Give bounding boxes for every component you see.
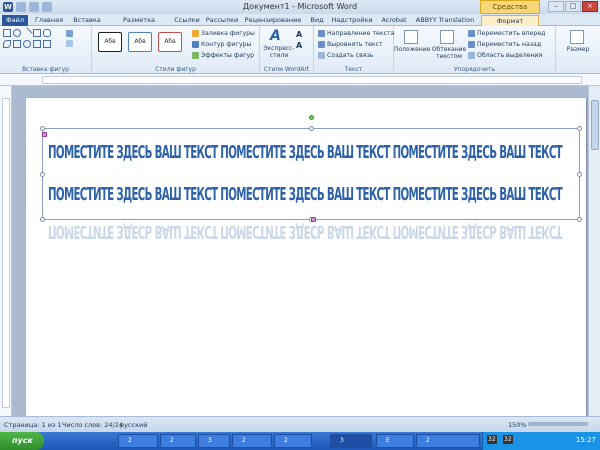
taskbar-button-7[interactable]: E (376, 434, 414, 448)
system-tray: 32 32 15:27 (482, 432, 600, 450)
start-button[interactable]: пуск (0, 432, 44, 450)
taskbar-button-4[interactable]: 2 (232, 434, 272, 448)
status-word-count[interactable]: Число слов: 24/24 (62, 421, 123, 429)
taskbar-button-1[interactable]: 2 (118, 434, 158, 448)
wordart-text-layer: ПОМЕСТИТЕ ЗДЕСЬ ВАШ ТЕКСТ ПОМЕСТИТЕ ЗДЕС… (48, 142, 564, 242)
zoom-slider[interactable] (528, 422, 588, 426)
status-page[interactable]: Страница: 1 из 1 (4, 421, 62, 429)
taskbar-button-word[interactable]: 3 (330, 434, 372, 448)
status-bar: Страница: 1 из 1 Число слов: 24/24 русск… (0, 416, 600, 432)
taskbar-button-5[interactable]: 2 (274, 434, 312, 448)
tray-item-1[interactable]: 32 (487, 435, 497, 444)
clock: 15:27 (575, 436, 596, 444)
wordart-line-2[interactable]: ПОМЕСТИТЕ ЗДЕСЬ ВАШ ТЕКСТ ПОМЕСТИТЕ ЗДЕС… (48, 184, 564, 205)
wordart-line-1[interactable]: ПОМЕСТИТЕ ЗДЕСЬ ВАШ ТЕКСТ ПОМЕСТИТЕ ЗДЕС… (48, 142, 564, 163)
taskbar-button-2[interactable]: 2 (160, 434, 196, 448)
taskbar-button-8[interactable]: 2 (416, 434, 480, 448)
zoom-level[interactable]: 150% (508, 421, 527, 429)
taskbar-button-3[interactable]: 3 (198, 434, 230, 448)
wordart-reflection: ПОМЕСТИТЕ ЗДЕСЬ ВАШ ТЕКСТ ПОМЕСТИТЕ ЗДЕС… (48, 221, 563, 242)
status-language[interactable]: русский (120, 421, 148, 429)
taskbar: пуск 2 2 3 2 2 3 E 2 32 32 15:27 (0, 432, 600, 450)
tray-item-2[interactable]: 32 (503, 435, 513, 444)
